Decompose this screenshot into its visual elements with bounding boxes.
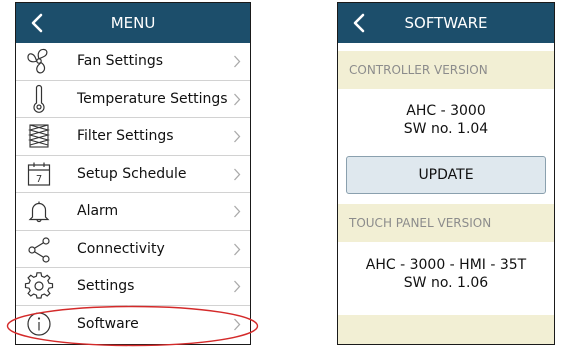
- menu-list: Fan Settings Temperature Settings Filter…: [16, 43, 250, 343]
- menu-title-bar: MENU: [16, 3, 250, 43]
- menu-item-label: Filter Settings: [77, 128, 174, 145]
- update-button[interactable]: UPDATE: [346, 156, 546, 194]
- chevron-right-icon: [234, 93, 241, 105]
- touch-panel-model: AHC - 3000 - HMI - 35T: [365, 257, 527, 273]
- thermometer-icon: [33, 84, 45, 113]
- chevron-right-icon: [234, 243, 241, 255]
- gear-icon: [24, 272, 54, 299]
- menu-item-temperature-settings[interactable]: Temperature Settings: [16, 81, 250, 118]
- menu-item-label: Settings: [77, 278, 135, 295]
- chevron-right-icon: [234, 280, 241, 293]
- share-icon: [28, 236, 50, 263]
- menu-item-label: Software: [77, 316, 139, 333]
- menu-item-filter-settings[interactable]: Filter Settings: [16, 118, 250, 156]
- menu-item-software[interactable]: Software: [16, 306, 250, 344]
- menu-item-label: Alarm: [77, 203, 119, 220]
- menu-item-fan-settings[interactable]: Fan Settings: [16, 43, 250, 81]
- back-arrow-icon[interactable]: [346, 9, 374, 37]
- chevron-right-icon: [234, 205, 241, 218]
- calendar-day: 7: [36, 174, 42, 185]
- software-title: SOFTWARE: [404, 14, 488, 32]
- controller-version-header: CONTROLLER VERSION: [338, 51, 554, 89]
- touch-panel-version-header: TOUCH PANEL VERSION: [338, 204, 554, 242]
- menu-item-label: Setup Schedule: [77, 165, 187, 182]
- chevron-right-icon: [234, 318, 241, 330]
- software-title-bar: SOFTWARE: [338, 3, 554, 43]
- touch-panel-sw-version: SW no. 1.06: [403, 275, 489, 291]
- menu-item-connectivity[interactable]: Connectivity: [16, 231, 250, 268]
- chevron-right-icon: [234, 130, 241, 143]
- chevron-right-icon: [234, 55, 241, 68]
- controller-model: AHC - 3000: [406, 103, 486, 119]
- filter-icon: [27, 124, 51, 148]
- controller-sw-version: SW no. 1.04: [403, 121, 489, 137]
- back-arrow-icon[interactable]: [24, 9, 52, 37]
- touch-panel-version-info: AHC - 3000 - HMI - 35T SW no. 1.06: [338, 256, 554, 292]
- fan-icon: [27, 48, 48, 74]
- menu-item-label: Fan Settings: [77, 53, 164, 70]
- menu-item-label: Temperature Settings: [77, 90, 228, 107]
- menu-title: MENU: [110, 14, 156, 32]
- menu-item-alarm[interactable]: Alarm: [16, 193, 250, 231]
- controller-version-info: AHC - 3000 SW no. 1.04: [338, 102, 554, 138]
- software-screen: SOFTWARE CONTROLLER VERSION AHC - 3000 S…: [337, 2, 555, 345]
- menu-item-settings[interactable]: Settings: [16, 268, 250, 306]
- menu-screen: MENU Fan Settings Temperature Settings F…: [15, 2, 251, 345]
- menu-item-setup-schedule[interactable]: 7 Setup Schedule: [16, 156, 250, 193]
- chevron-right-icon: [234, 168, 241, 180]
- info-icon: [27, 311, 51, 336]
- menu-item-label: Connectivity: [77, 240, 165, 257]
- bottom-section: [338, 315, 554, 344]
- bell-icon: [28, 201, 50, 223]
- calendar-icon: 7: [27, 162, 51, 186]
